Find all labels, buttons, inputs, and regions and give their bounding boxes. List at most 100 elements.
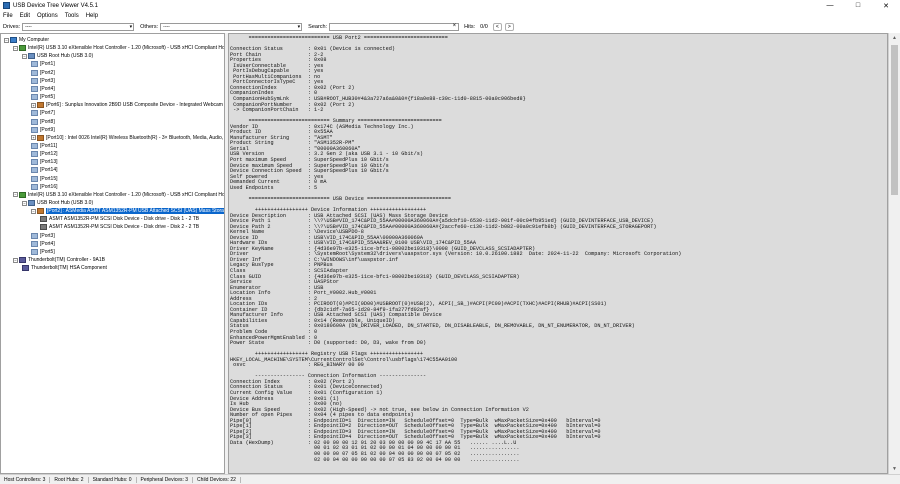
port-device-icon xyxy=(31,77,38,84)
minimize-button[interactable]: — xyxy=(816,0,844,11)
tree-node[interactable]: − USB Root Hub (USB 3.0) xyxy=(22,199,93,207)
tree-node-label: [Port4] xyxy=(40,85,55,92)
close-button[interactable]: ✕ xyxy=(872,0,900,11)
tree-node[interactable]: + [Port6] : Sunplus Innovation 2B9D USB C… xyxy=(31,101,223,109)
tree-node[interactable]: [Port14] xyxy=(31,166,58,174)
tree-node[interactable]: Thunderbolt(TM) HSA Component xyxy=(22,264,107,272)
expand-icon[interactable]: + xyxy=(31,135,36,141)
dev-device-icon xyxy=(37,102,44,109)
menu-file[interactable]: File xyxy=(3,13,13,19)
tree-node-label: [Port3] xyxy=(40,232,55,239)
chevron-down-icon: ▾ xyxy=(297,23,301,30)
scroll-up-icon[interactable]: ▲ xyxy=(889,33,900,43)
tree-node-label: ASMT ASM1352R-PM SCSI Disk Device - Disk… xyxy=(49,224,200,231)
tree-node[interactable]: [Port3] xyxy=(31,232,55,240)
tree-node[interactable]: [Port9] xyxy=(31,126,55,134)
collapse-icon[interactable]: − xyxy=(13,45,18,51)
detail-text: ========================== USB Port2 ===… xyxy=(229,34,887,463)
tree-node-label: [Port10] : Intel 0026 Intel(R) Wireless … xyxy=(46,134,224,141)
tree-node[interactable]: [Port5] xyxy=(31,93,55,101)
tree-node[interactable]: [Port3] xyxy=(31,77,55,85)
port-device-icon xyxy=(31,142,38,149)
tree-node[interactable]: [Port15] xyxy=(31,175,58,183)
tree-node-label: Thunderbolt(TM) Controller - 9A1B xyxy=(28,257,105,264)
hits-label: Hits: xyxy=(464,23,476,30)
tree-node-label: [Port13] xyxy=(40,159,58,166)
search-input[interactable]: × xyxy=(329,22,460,31)
tree-node-label: [Port5] xyxy=(40,94,55,101)
tree-node[interactable]: − Intel(R) USB 3.10 eXtensible Host Contr… xyxy=(13,191,225,199)
collapse-icon[interactable]: − xyxy=(13,192,18,198)
tree-node[interactable]: [Port8] xyxy=(31,118,55,126)
next-hit-button[interactable]: > xyxy=(504,22,514,31)
status-bar: Host Controllers: 3 Root Hubs: 2 Standar… xyxy=(0,474,900,484)
menu-help[interactable]: Help xyxy=(86,13,98,19)
tree-node[interactable]: ASMT ASM1352R-PM SCSI Disk Device - Disk… xyxy=(40,223,199,231)
scroll-thumb[interactable] xyxy=(891,45,898,195)
collapse-icon[interactable]: − xyxy=(22,200,27,206)
tree-node-label: [Port11] xyxy=(40,142,58,149)
tree-node[interactable]: [Port1] xyxy=(31,60,55,68)
previous-hit-button[interactable]: < xyxy=(492,22,502,31)
detail-pane[interactable]: ========================== USB Port2 ===… xyxy=(228,33,888,474)
port-device-icon xyxy=(31,69,38,76)
tree-node[interactable]: [Port11] xyxy=(31,142,57,150)
expand-icon[interactable]: + xyxy=(31,102,36,108)
tree-node[interactable]: − Intel(R) USB 3.10 eXtensible Host Contr… xyxy=(13,44,224,52)
tree-node-label: ASMT ASM1352R-PM SCSI Disk Device - Disk… xyxy=(49,216,200,223)
tree-node[interactable]: − My Computer xyxy=(4,36,49,44)
port-device-icon xyxy=(31,248,38,255)
collapse-icon[interactable]: − xyxy=(31,208,36,214)
maximize-button[interactable]: □ xyxy=(844,0,872,11)
disk-device-icon xyxy=(40,224,47,231)
drives-value: ---- xyxy=(25,23,32,30)
tree-node[interactable]: + [Port10] : Intel 0026 Intel(R) Wireless… xyxy=(31,134,223,142)
toolbar: Drives: ---- ▾ Others: ---- ▾ Search: × … xyxy=(0,21,900,32)
menu-bar: File Edit Options Tools Help xyxy=(0,11,900,21)
others-combobox[interactable]: ---- ▾ xyxy=(160,22,303,31)
collapse-icon[interactable]: − xyxy=(13,257,18,263)
window-controls: — □ ✕ xyxy=(816,0,900,11)
tree-node[interactable]: [Port5] xyxy=(31,248,55,256)
tree-node-label: [Port4] xyxy=(40,240,55,247)
collapse-icon[interactable]: − xyxy=(4,37,9,43)
tree-node[interactable]: [Port7] xyxy=(31,109,55,117)
detail-scrollbar[interactable]: ▲ ▼ xyxy=(888,33,900,474)
tree-node-label: My Computer xyxy=(19,37,50,43)
tree-node[interactable]: [Port4] xyxy=(31,240,55,248)
app-icon xyxy=(3,2,10,9)
tree-node[interactable]: [Port16] xyxy=(31,183,58,191)
detail-line: 02 00 04 00 00 00 00 00 07 05 83 02 00 0… xyxy=(230,456,520,463)
tree-node-label: [Port6] : Sunplus Innovation 2B9D USB Co… xyxy=(46,102,223,109)
disk-device-icon xyxy=(40,216,47,223)
tree-node[interactable]: [Port12] xyxy=(31,150,58,158)
port-device-icon xyxy=(31,232,38,239)
port-device-icon xyxy=(31,167,38,174)
scroll-down-icon[interactable]: ▼ xyxy=(889,464,900,474)
tree-node-label: [Port14] xyxy=(40,167,58,174)
search-label: Search: xyxy=(308,23,328,30)
tree-node-label: USB Root Hub (USB 3.0) xyxy=(37,200,94,206)
menu-edit[interactable]: Edit xyxy=(20,13,30,19)
clear-search-icon[interactable]: × xyxy=(453,23,457,29)
hc-device-icon xyxy=(19,191,26,198)
port-device-icon xyxy=(31,126,38,133)
menu-tools[interactable]: Tools xyxy=(65,13,79,19)
tree-node[interactable]: [Port4] xyxy=(31,85,55,93)
tree-node[interactable]: − [Port2] : ASMedia ASMT ASM1352R-PM USB … xyxy=(31,207,224,215)
status-standard-hubs: Standard Hubs: 0 xyxy=(89,476,137,483)
tree-node-label: Intel(R) USB 3.10 eXtensible Host Contro… xyxy=(28,191,225,198)
collapse-icon[interactable]: − xyxy=(22,53,27,59)
tree-node-label: [Port8] xyxy=(40,118,55,125)
tree-node[interactable]: ASMT ASM1352R-PM SCSI Disk Device - Disk… xyxy=(40,215,199,223)
drives-combobox[interactable]: ---- ▾ xyxy=(22,22,135,31)
port-device-icon xyxy=(31,61,38,68)
device-tree[interactable]: − My Computer − Intel(R) USB 3.10 eXtensibl… xyxy=(0,33,225,474)
port-device-icon xyxy=(31,175,38,182)
tree-node[interactable]: − USB Root Hub (USB 3.0) xyxy=(22,52,93,60)
tree-node[interactable]: [Port2] xyxy=(31,69,55,77)
menu-options[interactable]: Options xyxy=(37,13,58,19)
tree-node[interactable]: [Port13] xyxy=(31,158,58,166)
tree-node-label: [Port12] xyxy=(40,151,58,158)
tree-node[interactable]: − Thunderbolt(TM) Controller - 9A1B xyxy=(13,256,105,264)
